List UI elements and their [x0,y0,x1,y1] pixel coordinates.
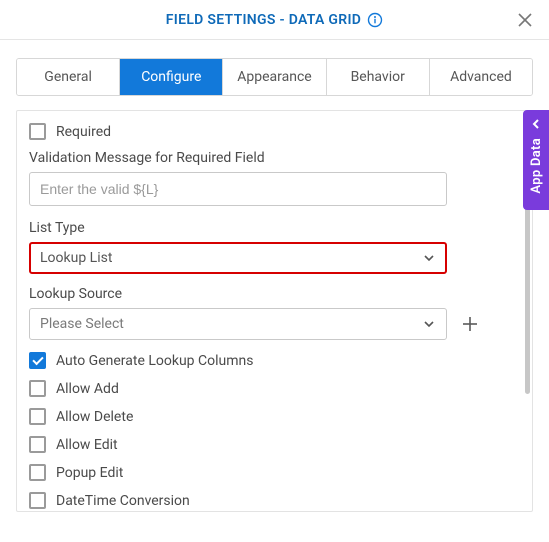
option-checkbox-popup-edit[interactable] [29,464,46,481]
option-row: Allow Add [29,380,520,397]
option-checkbox-auto-generate[interactable] [29,352,46,369]
option-label: Auto Generate Lookup Columns [56,353,253,369]
option-checkbox-allow-delete[interactable] [29,408,46,425]
option-checkbox-datetime-conversion[interactable] [29,492,46,509]
chevron-down-icon [422,317,436,331]
required-row: Required [29,123,520,140]
validation-message-input[interactable] [29,172,447,206]
option-label: Allow Add [56,381,119,397]
tab-general[interactable]: General [17,59,120,95]
chevron-down-icon [422,251,436,265]
required-label: Required [56,124,111,140]
option-checkbox-allow-edit[interactable] [29,436,46,453]
info-icon[interactable] [367,12,383,28]
option-row: DateTime Conversion [29,492,520,509]
option-label: Popup Edit [56,465,123,481]
validation-message-label: Validation Message for Required Field [29,150,520,166]
tab-behavior[interactable]: Behavior [327,59,430,95]
option-row: Allow Edit [29,436,520,453]
list-type-select[interactable]: Lookup List [29,242,447,274]
dialog-header: FIELD SETTINGS - DATA GRID [0,0,549,40]
option-label: Allow Edit [56,437,118,453]
tab-configure[interactable]: Configure [120,59,223,95]
app-data-label: App Data [529,138,544,194]
dialog-title-wrap: FIELD SETTINGS - DATA GRID [166,12,383,28]
lookup-source-label: Lookup Source [29,286,520,302]
required-checkbox[interactable] [29,123,46,140]
list-type-label: List Type [29,220,520,236]
lookup-source-value: Please Select [40,316,124,332]
option-label: DateTime Conversion [56,493,190,509]
option-checkbox-allow-add[interactable] [29,380,46,397]
form-scroll-area: Required Validation Message for Required… [16,110,533,512]
app-data-panel-toggle[interactable]: App Data [523,110,549,210]
lookup-source-select[interactable]: Please Select [29,308,447,340]
option-row: Auto Generate Lookup Columns [29,352,520,369]
list-type-value: Lookup List [40,250,112,266]
option-row: Allow Delete [29,408,520,425]
form-body: Required Validation Message for Required… [0,96,549,512]
chevron-left-icon [530,118,542,134]
tabs-container: General Configure Appearance Behavior Ad… [0,40,549,96]
option-label: Allow Delete [56,409,133,425]
add-lookup-button[interactable] [457,311,483,337]
lookup-source-row: Please Select [29,308,520,340]
option-row: Popup Edit [29,464,520,481]
tab-advanced[interactable]: Advanced [430,59,532,95]
close-button[interactable] [513,8,537,32]
tabs: General Configure Appearance Behavior Ad… [16,58,533,96]
tab-appearance[interactable]: Appearance [223,59,326,95]
options-list: Auto Generate Lookup Columns Allow Add A… [29,352,520,509]
dialog-title: FIELD SETTINGS - DATA GRID [166,12,361,28]
